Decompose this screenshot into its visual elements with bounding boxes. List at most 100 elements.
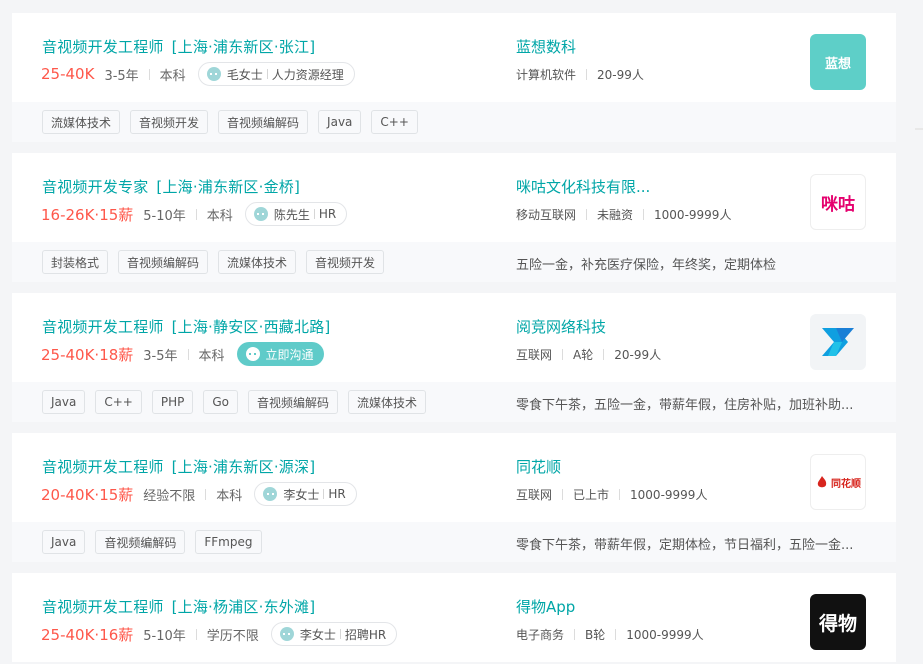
company-funding: B轮 (585, 628, 606, 642)
recruiter-name: 毛女士 (226, 67, 263, 82)
company-funding: 未融资 (597, 208, 634, 222)
chat-now-label: 立即沟通 (265, 347, 314, 362)
skill-tag: Java (42, 530, 86, 554)
company-industry: 互联网 (516, 488, 553, 502)
skill-tag: 音视频编解码 (218, 110, 309, 134)
chat-icon (206, 67, 221, 81)
recruiter-badge[interactable]: 毛女士 人力资源经理 (197, 62, 355, 86)
company-industry: 移动互联网 (516, 208, 577, 222)
degree: 本科 (206, 208, 233, 224)
company-size: 1000-9999人 (626, 628, 704, 642)
company-name[interactable]: 蓝想数科 (516, 36, 576, 57)
skill-tag: C++ (371, 110, 418, 134)
salary: 25-40K·16薪 (41, 625, 134, 644)
degree: 本科 (198, 348, 225, 364)
company-industry: 电子商务 (516, 628, 565, 642)
job-info: 25-40K·16薪 5-10年 学历不限 李女士 招聘HR (41, 622, 398, 646)
salary: 25-40K·18薪 (41, 345, 134, 364)
company-name[interactable]: 同花顺 (516, 456, 561, 477)
company-size: 20-99人 (597, 68, 644, 82)
company-logo[interactable]: 蓝想 (810, 34, 866, 90)
skill-tag: 音视频编解码 (248, 390, 339, 414)
company-name[interactable]: 咪咕文化科技有限... (516, 176, 650, 197)
skill-tags: Java 音视频编解码 FFmpeg (42, 530, 272, 554)
degree: 本科 (216, 488, 243, 504)
skill-tag: Java (318, 110, 362, 134)
logo-text: 同花顺 (831, 478, 861, 490)
job-title[interactable]: 音视频开发专家 [上海·浦东新区·金桥] (42, 176, 300, 197)
job-title[interactable]: 音视频开发工程师 [上海·杨浦区·东外滩] (42, 596, 315, 617)
skill-tag: 音视频开发 (130, 110, 209, 134)
chat-now-button[interactable]: 立即沟通 (236, 342, 324, 366)
chat-icon (253, 207, 268, 221)
skill-tag: 音视频编解码 (118, 250, 209, 274)
experience: 3-5年 (143, 348, 178, 364)
chat-icon (263, 487, 278, 501)
job-card[interactable]: 音视频开发专家 [上海·浦东新区·金桥] 16-26K·15薪 5-10年 本科 … (12, 153, 896, 282)
recruiter-badge[interactable]: 李女士 HR (254, 482, 357, 506)
degree: 本科 (159, 68, 186, 84)
recruiter-role: HR (318, 207, 337, 221)
recruiter-badge[interactable]: 陈先生 HR (244, 202, 348, 226)
company-logo[interactable]: 同花顺 (810, 454, 866, 510)
company-benefits: 零食下午茶，带薪年假，定期体检，节日福利，五险一金... (516, 538, 854, 553)
divider (619, 489, 621, 500)
skill-tag: Java (42, 390, 86, 414)
divider (586, 69, 588, 80)
job-info: 25-40K 3-5年 本科 毛女士 人力资源经理 (41, 62, 355, 86)
divider (195, 208, 197, 220)
divider (603, 349, 605, 360)
recruiter-role: HR (328, 487, 346, 501)
company-info: 移动互联网 未融资 1000-9999人 (516, 206, 731, 223)
salary: 16-26K·15薪 (41, 205, 134, 224)
company-industry: 计算机软件 (516, 68, 577, 82)
job-info: 20-40K·15薪 经验不限 本科 李女士 HR (41, 482, 357, 506)
company-size: 1000-9999人 (630, 488, 708, 502)
experience: 5-10年 (143, 628, 186, 644)
job-title[interactable]: 音视频开发工程师 [上海·静安区·西藏北路] (42, 316, 330, 337)
skill-tag: 流媒体技术 (348, 390, 427, 414)
company-logo[interactable]: 咪咕 (810, 174, 866, 230)
job-card[interactable]: 音视频开发工程师 [上海·浦东新区·源深] 20-40K·15薪 经验不限 本科 … (12, 433, 896, 562)
chat-icon (279, 627, 294, 641)
logo-text: 蓝想 (824, 56, 851, 72)
company-benefits: 五险一金，补充医疗保险，年终奖，定期体检 (516, 258, 777, 273)
company-name[interactable]: 得物App (516, 596, 575, 617)
skill-tag: PHP (151, 390, 194, 414)
scrollbar-edge[interactable] (915, 128, 923, 130)
job-card[interactable]: 音视频开发工程师 [上海·杨浦区·东外滩] 25-40K·16薪 5-10年 学历… (12, 573, 896, 662)
blue-chevron-logo-icon (822, 328, 854, 356)
recruiter-badge[interactable]: 李女士 招聘HR (270, 622, 398, 646)
skill-tags: Java C++ PHP Go 音视频编解码 流媒体技术 (42, 390, 436, 414)
company-logo[interactable]: 得物 (810, 594, 866, 650)
divider (643, 209, 645, 220)
divider (323, 489, 325, 499)
skill-tag: C++ (95, 390, 142, 414)
company-industry: 互联网 (516, 348, 553, 362)
experience: 3-5年 (104, 68, 139, 84)
skill-tag: 流媒体技术 (218, 250, 297, 274)
job-title[interactable]: 音视频开发工程师 [上海·浦东新区·源深] (42, 456, 315, 477)
job-info: 25-40K·18薪 3-5年 本科 立即沟通 (41, 342, 324, 366)
skill-tag: 流媒体技术 (42, 110, 121, 134)
company-funding: 已上市 (573, 488, 610, 502)
job-info: 16-26K·15薪 5-10年 本科 陈先生 HR (41, 202, 348, 226)
company-info: 计算机软件 20-99人 (516, 66, 644, 83)
experience: 5-10年 (143, 208, 186, 224)
company-size: 20-99人 (614, 348, 662, 362)
logo-text: 咪咕 (821, 194, 855, 215)
divider (562, 349, 564, 360)
experience: 经验不限 (143, 488, 196, 504)
company-logo[interactable] (810, 314, 866, 370)
job-card[interactable]: 音视频开发工程师 [上海·浦东新区·张江] 25-40K 3-5年 本科 毛女士 … (12, 13, 896, 142)
company-name[interactable]: 阅竞网络科技 (516, 316, 606, 337)
salary: 25-40K (41, 65, 95, 83)
salary: 20-40K·15薪 (41, 485, 134, 504)
skill-tag: 封装格式 (42, 250, 109, 274)
logo-text: 得物 (818, 612, 857, 635)
skill-tags: 流媒体技术 音视频开发 音视频编解码 Java C++ (42, 110, 428, 134)
job-title[interactable]: 音视频开发工程师 [上海·浦东新区·张江] (42, 36, 315, 57)
job-card[interactable]: 音视频开发工程师 [上海·静安区·西藏北路] 25-40K·18薪 3-5年 本科… (12, 293, 896, 422)
recruiter-name: 陈先生 (273, 207, 310, 222)
recruiter-name: 李女士 (299, 627, 336, 642)
